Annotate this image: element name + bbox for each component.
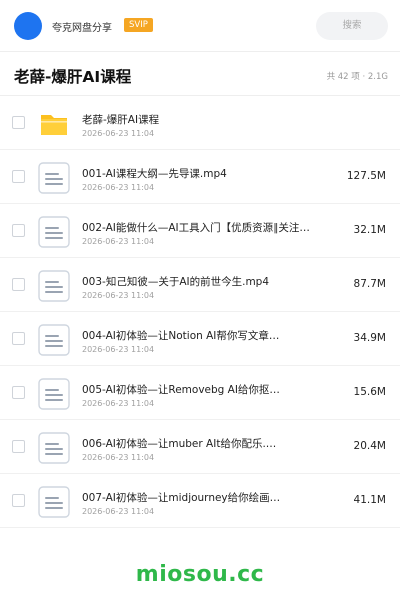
checkbox[interactable] [12, 494, 25, 507]
video-file-icon [38, 432, 70, 464]
file-date: 2026-06-23 11:04 [82, 507, 155, 516]
list-item[interactable]: 005-AI初体验—让Removebg AI给你抠… 2026-06-23 11… [0, 366, 400, 420]
file-size: 41.1M [353, 494, 386, 506]
file-name: 老薛-爆肝AI课程 [82, 114, 160, 126]
footer: miosou.cc [0, 548, 400, 600]
video-file-icon [38, 486, 70, 518]
share-header: 夸克网盘分享 SVIP 搜索 [0, 0, 400, 52]
list-item[interactable]: 002-AI能做什么—AI工具入门【优质资源∥关注… 2026-06-23 11… [0, 204, 400, 258]
file-date: 2026-06-23 11:04 [82, 237, 155, 246]
checkbox[interactable] [12, 116, 25, 129]
video-file-icon [38, 216, 70, 248]
list-item[interactable]: 003-知己知彼—关于AI的前世今生.mp4 2026-06-23 11:04 … [0, 258, 400, 312]
file-date: 2026-06-23 11:04 [82, 183, 155, 192]
file-size: 87.7M [353, 278, 386, 290]
checkbox[interactable] [12, 440, 25, 453]
video-file-icon [38, 378, 70, 410]
file-name: 005-AI初体验—让Removebg AI给你抠… [82, 384, 280, 396]
file-name: 004-AI初体验—让Notion AI帮你写文章… [82, 330, 280, 342]
file-date: 2026-06-23 11:04 [82, 453, 155, 462]
file-name: 006-AI初体验—让muber AIt给你配乐.… [82, 438, 277, 450]
folder-icon [41, 115, 67, 135]
svip-badge: SVIP [124, 18, 153, 32]
checkbox[interactable] [12, 386, 25, 399]
page-title: 老薛-爆肝AI课程 [14, 68, 132, 86]
file-name: 003-知己知彼—关于AI的前世今生.mp4 [82, 276, 270, 288]
file-name: 002-AI能做什么—AI工具入门【优质资源∥关注… [82, 222, 310, 234]
file-date: 2026-06-23 11:04 [82, 399, 155, 408]
checkbox[interactable] [12, 278, 25, 291]
video-file-icon [38, 162, 70, 194]
checkbox[interactable] [12, 332, 25, 345]
checkbox[interactable] [12, 224, 25, 237]
list-item[interactable]: 004-AI初体验—让Notion AI帮你写文章… 2026-06-23 11… [0, 312, 400, 366]
list-item[interactable]: 007-AI初体验—让midjourney给你绘画… 2026-06-23 11… [0, 474, 400, 528]
file-date: 2026-06-23 11:04 [82, 291, 155, 300]
avatar[interactable] [14, 12, 42, 40]
file-date: 2026-06-23 11:04 [82, 129, 155, 138]
checkbox[interactable] [12, 170, 25, 183]
site-watermark: miosou.cc [135, 562, 265, 587]
file-list: 老薛-爆肝AI课程 2026-06-23 11:04 001-AI课程大纲—先导… [0, 96, 400, 528]
title-bar: 老薛-爆肝AI课程 共 42 项 · 2.1G [0, 52, 400, 96]
search-input[interactable]: 搜索 [316, 12, 388, 40]
file-name: 007-AI初体验—让midjourney给你绘画… [82, 492, 281, 504]
list-item[interactable]: 老薛-爆肝AI课程 2026-06-23 11:04 [0, 96, 400, 150]
file-size: 20.4M [353, 440, 386, 452]
video-file-icon [38, 324, 70, 356]
file-size: 34.9M [353, 332, 386, 344]
share-name[interactable]: 夸克网盘分享 [52, 19, 112, 34]
search-placeholder: 搜索 [342, 20, 362, 31]
video-file-icon [38, 270, 70, 302]
file-size: 32.1M [353, 224, 386, 236]
item-count-meta: 共 42 项 · 2.1G [326, 72, 388, 82]
list-item[interactable]: 001-AI课程大纲—先导课.mp4 2026-06-23 11:04 127.… [0, 150, 400, 204]
list-item[interactable]: 006-AI初体验—让muber AIt给你配乐.… 2026-06-23 11… [0, 420, 400, 474]
file-date: 2026-06-23 11:04 [82, 345, 155, 354]
file-name: 001-AI课程大纲—先导课.mp4 [82, 168, 227, 180]
file-size: 127.5M [346, 170, 386, 182]
file-size: 15.6M [353, 386, 386, 398]
